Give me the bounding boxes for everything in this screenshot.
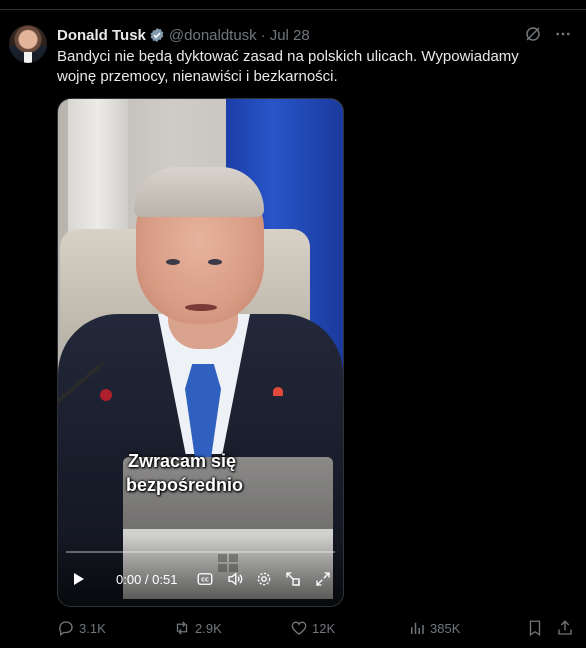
settings-icon (255, 570, 273, 588)
like-count: 12K (312, 620, 336, 636)
bookmark-button[interactable] (526, 618, 544, 638)
caption-line: bezpośrednio (126, 475, 244, 495)
fullscreen-button[interactable] (314, 569, 332, 589)
like-button[interactable]: 12K (290, 618, 335, 638)
divider (0, 9, 586, 10)
reply-button[interactable]: 3.1K (57, 618, 106, 638)
tweet-text: Bandyci nie będą dyktować zasad na polsk… (57, 48, 519, 85)
mouth (185, 304, 217, 311)
share-button[interactable] (556, 618, 574, 638)
closed-captions-button[interactable]: CC (196, 569, 214, 589)
tweet-header: Donald Tusk @donaldtusk · Jul 28 (57, 25, 310, 45)
progress-bar[interactable] (66, 551, 335, 553)
like-icon (290, 619, 308, 637)
svg-text:CC: CC (201, 578, 209, 584)
repost-count: 2.9K (195, 620, 222, 636)
avatar[interactable] (9, 25, 47, 63)
more-icon[interactable] (554, 25, 572, 43)
volume-button[interactable] (226, 569, 244, 589)
views-button[interactable]: 385K (408, 618, 460, 638)
share-icon (556, 619, 574, 637)
play-button[interactable] (70, 569, 86, 589)
fullscreen-icon (314, 570, 332, 588)
views-icon (408, 619, 426, 637)
eye (208, 259, 222, 265)
views-count: 385K (430, 620, 461, 636)
repost-button[interactable]: 2.9K (173, 618, 222, 638)
tweet-actions: 3.1K 2.9K 12K 385K (57, 618, 573, 638)
time-display: 0:00 / 0:51 (116, 571, 178, 587)
settings-button[interactable] (255, 569, 273, 589)
eye (166, 259, 180, 265)
tweet-date[interactable]: Jul 28 (270, 27, 310, 44)
reply-icon (57, 619, 75, 637)
pip-button[interactable] (284, 569, 302, 589)
microphone-head (100, 389, 112, 401)
play-icon (70, 571, 86, 587)
repost-icon (173, 619, 191, 637)
verified-badge-icon[interactable] (149, 27, 165, 43)
reply-count: 3.1K (79, 620, 106, 636)
pip-icon (284, 570, 302, 588)
caption-line: Zwracam się (128, 451, 237, 471)
closed-captions-icon: CC (196, 570, 214, 588)
separator-dot: · (260, 26, 266, 44)
author-name[interactable]: Donald Tusk (57, 27, 146, 44)
bookmark-icon (526, 619, 544, 637)
volume-icon (226, 570, 244, 588)
hair (134, 167, 264, 217)
video-player[interactable]: Zwracam się bezpośrednio 0:00 / 0:51 CC (57, 98, 344, 607)
lapel-pin (273, 387, 283, 396)
grok-icon[interactable] (524, 25, 542, 43)
author-handle[interactable]: @donaldtusk (169, 27, 257, 44)
header-actions (524, 25, 572, 43)
video-caption: Zwracam się bezpośrednio (126, 449, 326, 497)
